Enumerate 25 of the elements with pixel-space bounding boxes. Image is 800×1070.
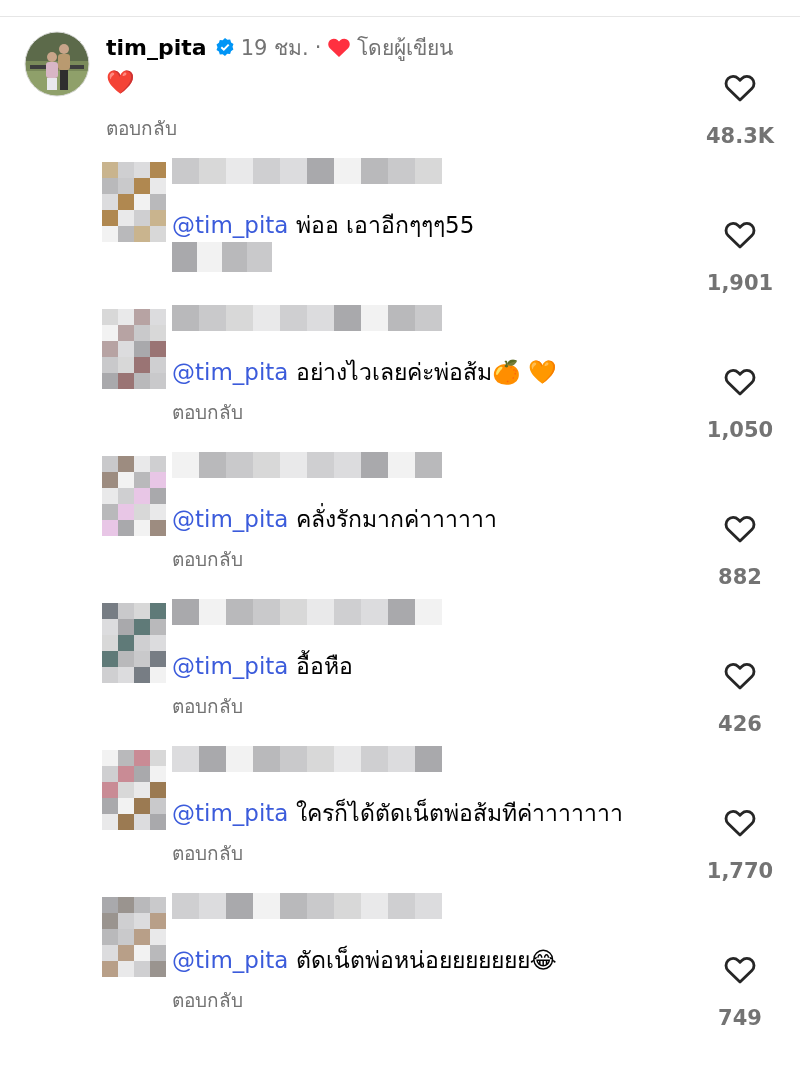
- reply-link[interactable]: ตอบกลับ: [172, 397, 243, 427]
- like-count: 426: [718, 712, 762, 736]
- comment-text: @tim_pita อื้อหือ: [172, 649, 642, 683]
- like-count: 1,770: [706, 859, 774, 883]
- like-count: 749: [718, 1006, 762, 1030]
- comment-text: ❤: [106, 68, 136, 97]
- reply-link[interactable]: ตอบกลับ: [172, 691, 243, 721]
- like-count: 882: [718, 565, 762, 589]
- like-count: 1,050: [706, 418, 774, 442]
- separator: ·: [314, 35, 322, 59]
- reply-link[interactable]: ตอบกลับ: [172, 838, 243, 868]
- timestamp: 19 ชม.: [240, 34, 309, 62]
- author-liked-label: โดยผู้เขียน: [357, 34, 454, 63]
- comment-text: @tim_pita ใครก็ได้ตัดเน็ตพ่อส้มทีค่าาาาาาา: [172, 797, 624, 828]
- reply-link[interactable]: ตอบกลับ: [172, 544, 243, 574]
- reply-link[interactable]: ตอบกลับ: [172, 985, 243, 1015]
- comment-text: @tim_pita คลั่งรักมากค่าาาาาา: [172, 502, 642, 536]
- like-count: 1,901: [706, 271, 774, 295]
- comment-text: @tim_pita ตัดเน็ตพ่อหน่อยยยยยยย😂: [172, 944, 558, 975]
- heart-icon: [327, 36, 352, 58]
- comment-text: @tim_pita อย่างไวเลยค่ะพ่อส้ม🍊 🧡: [172, 358, 559, 387]
- like-count: 48.3K: [705, 124, 775, 148]
- comment-text: @tim_pita พ่ออ เอาอีกๆๆๆ55: [172, 211, 476, 240]
- reply-link[interactable]: ตอบกลับ: [106, 113, 177, 143]
- username[interactable]: tim_pita: [106, 34, 207, 60]
